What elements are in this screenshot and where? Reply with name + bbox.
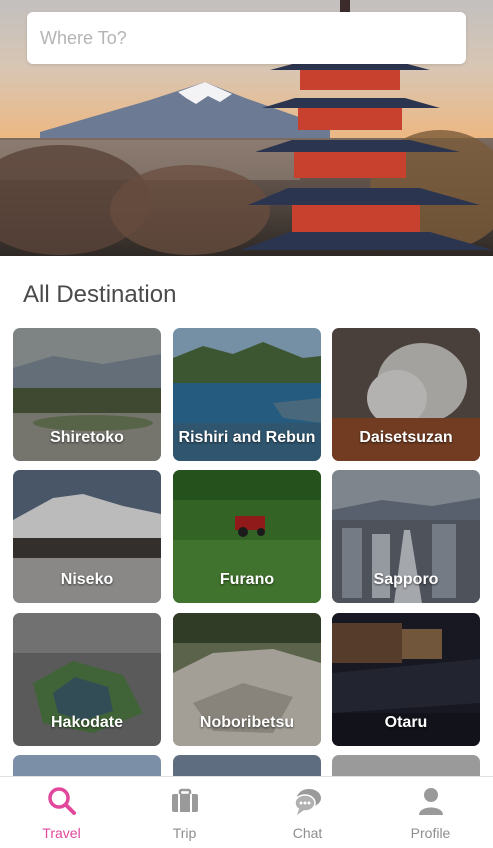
- destination-card[interactable]: Rishiri and Rebun: [173, 328, 321, 461]
- tab-label: Trip: [172, 825, 197, 841]
- destination-name: Noboribetsu: [199, 714, 295, 731]
- destination-card[interactable]: Daisetsuzan: [332, 328, 480, 461]
- destination-name: Rishiri and Rebun: [178, 429, 316, 446]
- tab-label: Profile: [410, 825, 451, 841]
- destination-name: Otaru: [384, 714, 428, 731]
- chat-icon: [293, 789, 321, 815]
- destination-card[interactable]: [332, 755, 480, 776]
- destination-card[interactable]: Sapporo: [332, 470, 480, 603]
- tab-label: Chat: [292, 825, 323, 841]
- search-bar[interactable]: [27, 12, 466, 64]
- tab-trip[interactable]: Trip: [123, 777, 246, 848]
- search-input[interactable]: [40, 27, 453, 49]
- destination-photo: [173, 755, 321, 776]
- section-title: All Destination: [23, 281, 177, 308]
- destination-card[interactable]: Noboribetsu: [173, 613, 321, 746]
- tab-chat[interactable]: Chat: [246, 777, 369, 848]
- destination-name: Daisetsuzan: [359, 429, 453, 446]
- destination-grid: Shiretoko Rishiri and Rebun Daisetsuzan: [13, 328, 481, 776]
- tab-label: Travel: [42, 825, 81, 841]
- destination-photo: [13, 755, 161, 776]
- destination-name: Niseko: [60, 571, 114, 588]
- tab-profile[interactable]: Profile: [369, 777, 492, 848]
- destination-card[interactable]: Hakodate: [13, 613, 161, 746]
- destination-card[interactable]: [173, 755, 321, 776]
- destination-card[interactable]: [13, 755, 161, 776]
- tab-travel[interactable]: Travel: [0, 777, 123, 848]
- destination-name: Shiretoko: [50, 429, 124, 446]
- destination-name: Sapporo: [373, 571, 439, 588]
- suitcase-icon: [171, 788, 198, 812]
- destination-card[interactable]: Shiretoko: [13, 328, 161, 461]
- destination-card[interactable]: Niseko: [13, 470, 161, 603]
- destination-photo: [332, 755, 480, 776]
- destination-name: Hakodate: [50, 714, 124, 731]
- destination-name: Furano: [219, 571, 275, 588]
- hero-image: [0, 0, 493, 256]
- destination-card[interactable]: Otaru: [332, 613, 480, 746]
- person-icon: [418, 788, 443, 815]
- tab-bar: Travel Trip Chat Profile: [0, 776, 493, 848]
- destination-card[interactable]: Furano: [173, 470, 321, 603]
- search-icon: [47, 787, 76, 815]
